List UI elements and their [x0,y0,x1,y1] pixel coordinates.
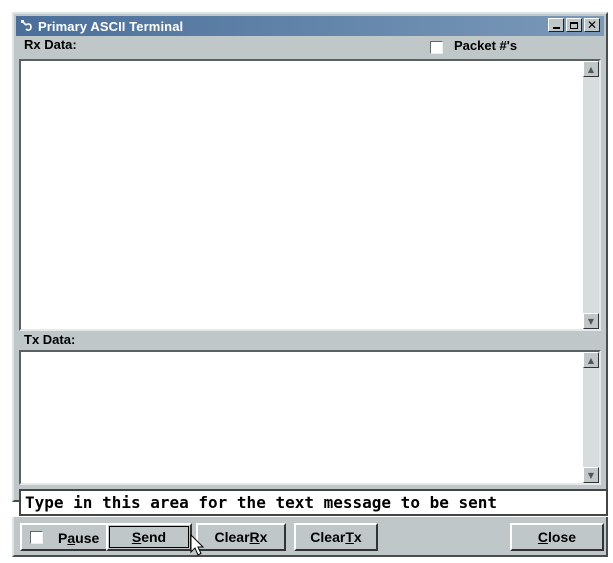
tx-scroll-up-button[interactable]: ▲ [583,352,599,368]
terminal-plug-icon[interactable] [20,19,34,33]
window-title: Primary ASCII Terminal [38,18,184,34]
packet-numbers-checkbox[interactable] [430,41,443,54]
maximize-button[interactable] [566,18,582,32]
send-button[interactable]: Send [106,523,192,551]
message-text: Type in this area for the text message t… [25,493,498,512]
pause-checkbox[interactable] [30,531,43,544]
message-input[interactable]: Type in this area for the text message t… [19,489,608,516]
packet-numbers-label: Packet #'s [454,38,518,53]
tx-data-label: Tx Data: [24,332,76,347]
title-bar[interactable]: Primary ASCII Terminal ✕ [16,16,604,36]
button-bar: Pause Send Clear Rx Clear Tx Close [12,517,608,557]
rx-scrollbar[interactable]: ▲ ▼ [583,61,599,329]
tx-scroll-down-button[interactable]: ▼ [583,467,599,483]
minimize-button[interactable] [548,18,564,32]
tx-data-area[interactable]: ▲ ▼ [19,350,601,485]
clear-tx-button[interactable]: Clear Tx [294,523,378,551]
rx-scroll-down-button[interactable]: ▼ [583,313,599,329]
scroll-down-arrow-icon: ▼ [587,470,595,480]
close-button[interactable]: Close [510,523,604,551]
terminal-window: Primary ASCII Terminal ✕ Rx Data: Packet… [12,12,608,502]
scroll-up-arrow-icon: ▲ [587,64,595,74]
scroll-down-arrow-icon: ▼ [587,316,595,326]
minimize-icon [552,27,560,29]
clear-rx-button[interactable]: Clear Rx [196,523,286,551]
rx-scroll-up-button[interactable]: ▲ [583,61,599,77]
scroll-up-arrow-icon: ▲ [587,355,595,365]
close-window-button[interactable]: ✕ [584,18,600,32]
tx-scrollbar[interactable]: ▲ ▼ [583,352,599,483]
maximize-icon [570,21,578,29]
close-icon: ✕ [586,18,598,32]
rx-data-label: Rx Data: [24,37,77,52]
mouse-pointer-icon [190,534,205,556]
pause-toggle[interactable]: Pause [20,523,114,551]
pause-label: Pause [58,530,100,546]
rx-data-area[interactable]: ▲ ▼ [19,59,601,331]
